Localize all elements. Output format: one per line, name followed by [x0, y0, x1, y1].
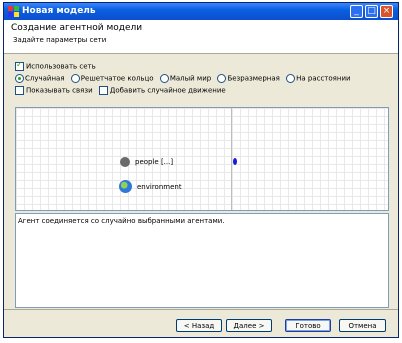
radio-scale-free-label[interactable]: Безразмерная: [227, 75, 279, 83]
title-bar: Новая модель _ □ ×: [4, 3, 398, 20]
use-network-checkbox[interactable]: [15, 60, 24, 71]
radio-random-label[interactable]: Случайная: [25, 75, 65, 83]
radio-random-indicator[interactable]: [15, 74, 24, 83]
radio-random[interactable]: Случайная: [15, 74, 65, 83]
show-links-option[interactable]: Показывать связи: [15, 86, 93, 95]
radio-distance[interactable]: На расстоянии: [286, 74, 351, 83]
radio-distance-indicator[interactable]: [286, 74, 296, 83]
environment-label[interactable]: environment: [137, 183, 182, 191]
random-motion-label[interactable]: Добавить случайное движение: [110, 87, 226, 95]
show-links-checkbox[interactable]: [15, 86, 24, 95]
radio-scale-free[interactable]: Безразмерная: [217, 74, 280, 83]
page-title: Создание агентной модели: [11, 23, 143, 33]
radio-distance-label[interactable]: На расстоянии: [296, 75, 350, 83]
close-icon: ×: [382, 6, 391, 16]
next-button[interactable]: Далее >: [226, 319, 272, 332]
network-preview-canvas[interactable]: people [...] environment: [15, 107, 389, 211]
wizard-content: Использовать сеть Случайная Решетчатое к…: [4, 54, 398, 309]
wizard-window: Новая модель _ □ × Создание агентной мод…: [3, 2, 399, 338]
maximize-icon: □: [367, 6, 376, 16]
radio-lattice-ring[interactable]: Решетчатое кольцо: [70, 74, 154, 83]
radio-small-world[interactable]: Малый мир: [159, 74, 211, 83]
environment-icon[interactable]: [119, 180, 132, 193]
minimize-button[interactable]: _: [350, 5, 363, 18]
radio-scale-free-indicator[interactable]: [217, 74, 227, 83]
window-title: Новая модель: [22, 6, 96, 16]
random-motion-checkbox[interactable]: [98, 86, 108, 95]
display-options-row: Показывать связи Добавить случайное движ…: [15, 86, 230, 95]
canvas-divider: [231, 108, 232, 210]
page-subtitle: Задайте параметры сети: [13, 36, 107, 44]
people-label[interactable]: people [...]: [135, 158, 173, 166]
wizard-header: Создание агентной модели Задайте парамет…: [4, 20, 398, 54]
minimize-icon: _: [354, 6, 359, 16]
cancel-button[interactable]: Отмена: [339, 319, 386, 332]
description-box: Агент соединяется со случайно выбранными…: [15, 213, 389, 308]
radio-lattice-ring-indicator[interactable]: [70, 74, 80, 83]
radio-small-world-label[interactable]: Малый мир: [170, 75, 211, 83]
close-button[interactable]: ×: [380, 5, 393, 18]
show-links-label[interactable]: Показывать связи: [26, 87, 93, 95]
people-icon[interactable]: [120, 157, 130, 167]
use-network-label[interactable]: Использовать сеть: [26, 63, 96, 71]
maximize-button[interactable]: □: [365, 5, 378, 18]
random-motion-option[interactable]: Добавить случайное движение: [98, 86, 226, 95]
radio-lattice-ring-label[interactable]: Решетчатое кольцо: [81, 75, 154, 83]
agent-dot[interactable]: [233, 158, 237, 165]
radio-small-world-indicator[interactable]: [159, 74, 169, 83]
app-icon: [8, 6, 19, 17]
finish-button[interactable]: Готово: [285, 319, 331, 332]
use-network-row: Использовать сеть: [15, 60, 96, 71]
wizard-footer: < Назад Далее > Готово Отмена: [4, 309, 398, 338]
network-type-group: Случайная Решетчатое кольцо Малый мир Бе…: [15, 74, 355, 83]
back-button[interactable]: < Назад: [176, 319, 222, 332]
